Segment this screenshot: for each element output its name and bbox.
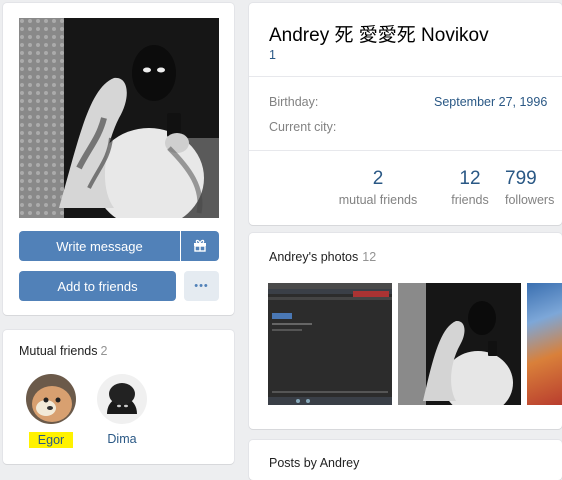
mutual-friends-count: 2 xyxy=(100,344,108,358)
photo-thumbnail[interactable] xyxy=(398,283,521,405)
more-dots-icon: ••• xyxy=(194,280,209,292)
send-gift-button[interactable] xyxy=(181,231,219,261)
city-label: Current city: xyxy=(269,120,337,134)
photos-title[interactable]: Andrey's photos 12 xyxy=(269,250,376,264)
mutual-friends-title[interactable]: Mutual friends 2 xyxy=(19,344,107,358)
gift-icon xyxy=(193,238,207,255)
avatar[interactable] xyxy=(26,374,76,424)
posts-title: Posts by Andrey xyxy=(269,456,360,470)
profile-status[interactable]: 1 xyxy=(269,48,276,62)
friend-item-egor[interactable]: Egor xyxy=(16,374,86,448)
photo-thumbnail[interactable] xyxy=(268,283,392,405)
avatar[interactable] xyxy=(97,374,147,424)
mutual-friends-card: Mutual friends 2 Egor Dima xyxy=(3,330,234,464)
profile-photo[interactable] xyxy=(19,18,219,218)
photo-thumbnail[interactable] xyxy=(527,283,562,405)
friend-item-dima[interactable]: Dima xyxy=(87,374,157,446)
birthday-value[interactable]: September 27, 1996 xyxy=(434,95,547,109)
friend-name-dima[interactable]: Dima xyxy=(87,432,157,446)
friend-name-egor[interactable]: Egor xyxy=(28,432,74,448)
counter-number: 799 xyxy=(505,168,537,189)
divider xyxy=(249,76,562,77)
photos-card: Andrey's photos 12 xyxy=(249,233,562,429)
counter-followers[interactable]: 799 followers xyxy=(505,168,562,207)
write-message-button[interactable]: Write message xyxy=(19,231,180,261)
posts-card: Posts by Andrey xyxy=(249,440,562,480)
profile-avatar-card: Write message Add to friends ••• xyxy=(3,3,234,315)
profile-name: Andrey 死 愛愛死 Novikov xyxy=(269,25,489,46)
counter-mutual-friends[interactable]: 2 mutual friends xyxy=(328,168,428,207)
mutual-friends-label: Mutual friends xyxy=(19,344,98,358)
add-to-friends-button[interactable]: Add to friends xyxy=(19,271,176,301)
profile-info-card: Andrey 死 愛愛死 Novikov 1 Birthday: Septemb… xyxy=(249,3,562,225)
counter-label: followers xyxy=(505,193,555,207)
counter-label: mutual friends xyxy=(338,193,418,207)
more-actions-button[interactable]: ••• xyxy=(184,271,219,301)
divider xyxy=(249,150,562,151)
photos-count: 12 xyxy=(362,250,377,264)
birthday-label: Birthday: xyxy=(269,95,319,109)
photos-label: Andrey's photos xyxy=(269,250,359,264)
counter-number: 2 xyxy=(372,168,384,189)
